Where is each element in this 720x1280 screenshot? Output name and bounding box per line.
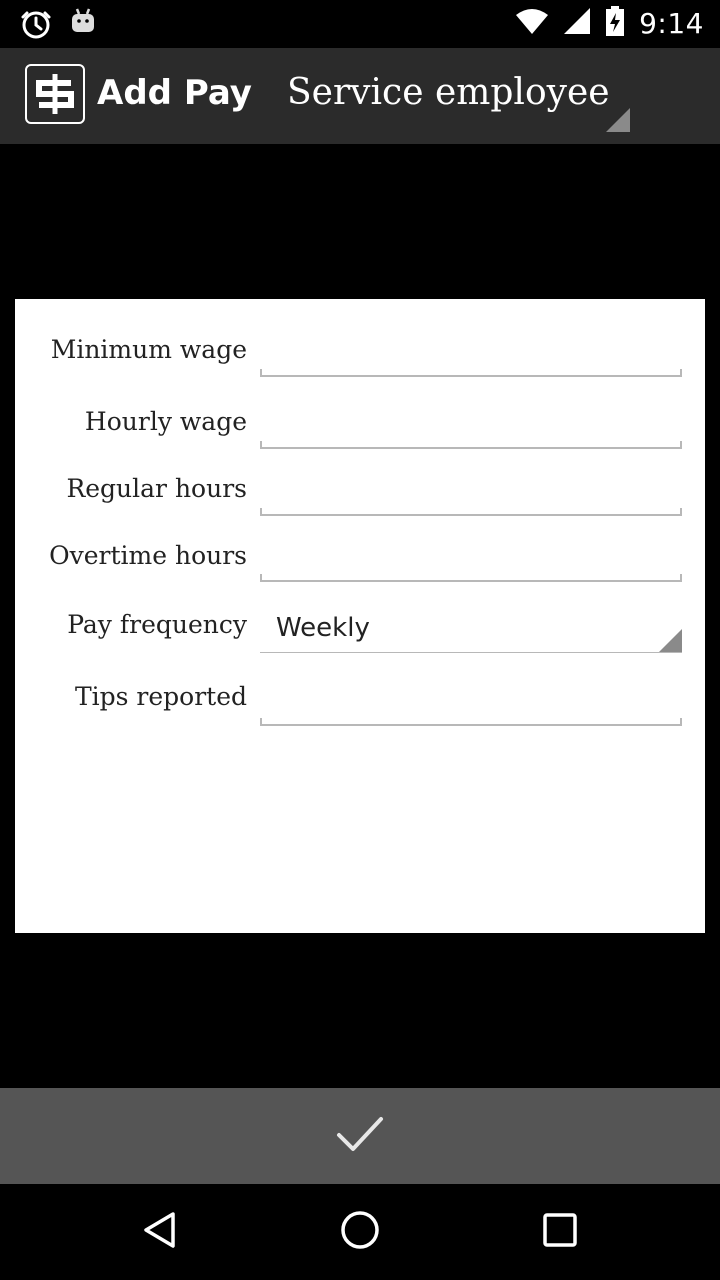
pay-frequency-dropdown[interactable]: Weekly [260,605,682,653]
confirm-bar [0,1088,720,1184]
tips-reported-input[interactable] [260,676,682,716]
overtime-hours-underline [260,574,682,582]
dollar-logo-icon[interactable] [25,64,85,124]
tips-reported-label: Tips reported [74,682,247,711]
page-title: Add Pay [97,73,252,113]
system-icons: 9:14 [515,6,704,41]
tips-reported-underline [260,718,682,726]
employee-type-dropdown[interactable]: Service employee [270,48,632,144]
back-button[interactable] [128,1200,192,1264]
wifi-icon [515,7,549,40]
home-button[interactable] [328,1200,392,1264]
hourly-wage-input[interactable] [260,401,682,441]
minimum-wage-underline [260,369,682,377]
minimum-wage-input[interactable] [260,329,682,369]
action-bar: Add Pay Service employee [0,48,720,144]
regular-hours-underline [260,508,682,516]
overtime-hours-label: Overtime hours [49,541,247,570]
hourly-wage-label: Hourly wage [84,407,247,436]
recents-icon [540,1210,580,1255]
pay-form: Minimum wage Hourly wage Regular hours O… [15,299,705,933]
android-icon [70,8,96,45]
battery-charging-icon [605,6,625,41]
confirm-button[interactable] [320,1096,400,1176]
regular-hours-label: Regular hours [66,474,247,503]
checkmark-icon [336,1114,384,1159]
app-screen: 9:14 Add Pay Service employee Minimum wa… [0,0,720,1280]
status-bar: 9:14 [0,0,720,48]
pay-frequency-underline [260,652,682,653]
back-icon [140,1210,180,1255]
overtime-hours-input[interactable] [260,536,682,576]
home-icon [340,1210,380,1255]
dropdown-corner-icon [658,629,682,653]
hourly-wage-underline [260,441,682,449]
employee-type-value: Service employee [287,72,610,113]
pay-frequency-label: Pay frequency [67,610,247,639]
pay-frequency-value: Weekly [276,613,370,643]
minimum-wage-label: Minimum wage [50,335,247,364]
alarm-icon [20,8,52,45]
dropdown-corner-icon [606,108,630,132]
clock: 9:14 [639,7,704,40]
regular-hours-input[interactable] [260,469,682,509]
navigation-bar [0,1184,720,1280]
notification-icons [20,8,96,45]
recents-button[interactable] [528,1200,592,1264]
signal-icon [563,7,591,40]
